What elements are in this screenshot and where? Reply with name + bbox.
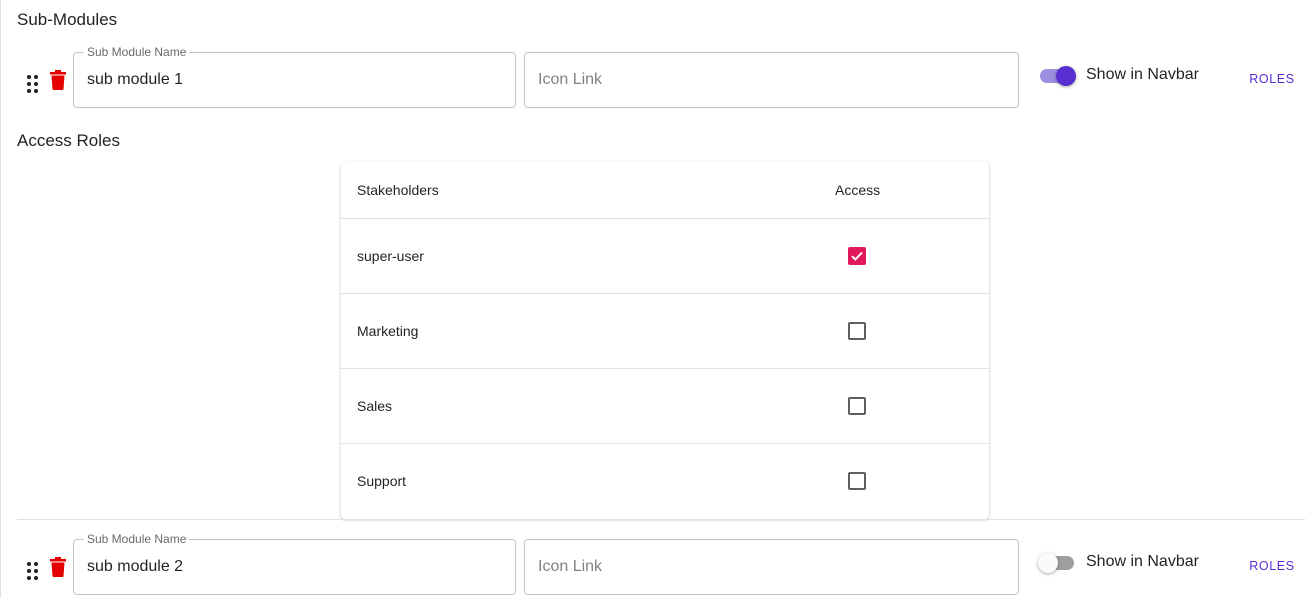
table-row: Sales <box>341 369 989 444</box>
submodule-name-field[interactable]: Sub Module Name <box>73 45 516 108</box>
submodule-row: Sub Module Name Show in Navbar ROLES <box>0 45 1310 108</box>
trash-icon[interactable] <box>50 70 66 90</box>
roles-button[interactable]: ROLES <box>1244 64 1300 94</box>
drag-handle-icon[interactable] <box>26 74 40 94</box>
access-checkbox[interactable] <box>848 397 866 415</box>
access-roles-table: Stakeholders Access super-user Marketing… <box>341 162 989 519</box>
access-checkbox[interactable] <box>848 472 866 490</box>
trash-icon[interactable] <box>50 557 66 577</box>
icon-link-input[interactable] <box>538 540 1005 594</box>
icon-link-input[interactable] <box>538 53 1005 107</box>
show-in-navbar-toggle[interactable] <box>1038 65 1078 87</box>
submodules-title: Sub-Modules <box>17 10 118 29</box>
column-header-stakeholders: Stakeholders <box>357 182 439 198</box>
access-checkbox[interactable] <box>848 247 866 265</box>
submodule-name-input[interactable] <box>87 540 502 594</box>
stakeholder-name: Marketing <box>357 323 419 339</box>
icon-link-field[interactable] <box>524 52 1019 108</box>
stakeholder-name: Support <box>357 473 407 489</box>
table-header: Stakeholders Access <box>341 162 989 219</box>
icon-link-field[interactable] <box>524 539 1019 595</box>
table-row: Support <box>341 444 989 519</box>
access-checkbox[interactable] <box>848 322 866 340</box>
show-in-navbar-label: Show in Navbar <box>1086 66 1199 83</box>
submodule-row: Sub Module Name Show in Navbar ROLES <box>0 532 1310 595</box>
drag-handle-icon[interactable] <box>26 561 40 581</box>
divider <box>17 519 1305 520</box>
stakeholder-name: Sales <box>357 398 393 414</box>
submodule-name-input[interactable] <box>87 53 502 107</box>
table-row: Marketing <box>341 294 989 369</box>
column-header-access: Access <box>835 182 881 198</box>
show-in-navbar-label: Show in Navbar <box>1086 553 1199 570</box>
stakeholder-name: super-user <box>357 248 424 264</box>
roles-button[interactable]: ROLES <box>1244 551 1300 581</box>
check-icon <box>851 251 863 261</box>
submodule-name-field[interactable]: Sub Module Name <box>73 532 516 595</box>
access-roles-title: Access Roles <box>17 131 120 150</box>
show-in-navbar-toggle[interactable] <box>1038 552 1078 574</box>
table-row: super-user <box>341 219 989 294</box>
